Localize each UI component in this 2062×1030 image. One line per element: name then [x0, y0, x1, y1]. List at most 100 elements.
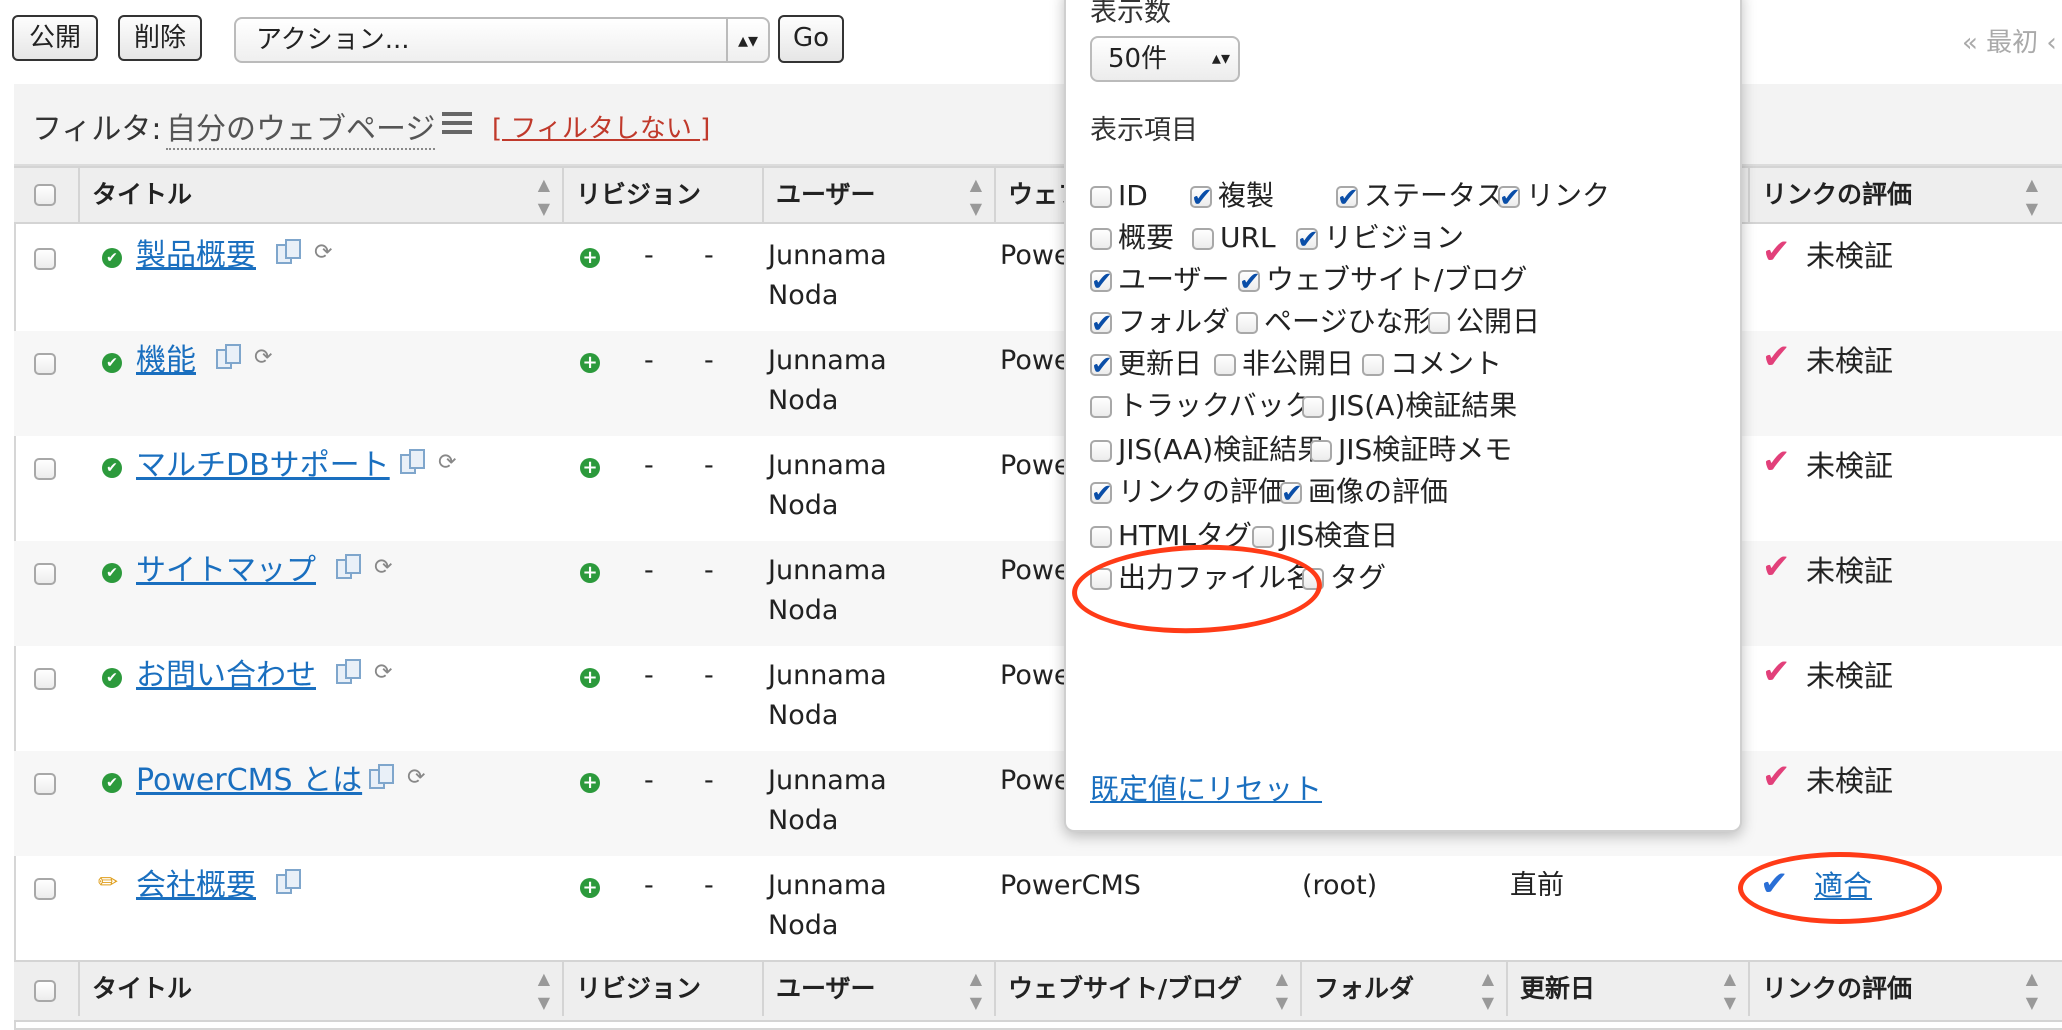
display-option[interactable]: URL	[1192, 218, 1276, 258]
option-checkbox[interactable]	[1336, 178, 1359, 218]
view-link-icon[interactable]: ⟳	[407, 765, 425, 790]
display-option[interactable]: 画像の評価	[1280, 472, 1448, 514]
delete-button[interactable]: 削除	[118, 15, 202, 61]
option-checkbox[interactable]	[1238, 262, 1261, 302]
option-checkbox[interactable]	[1252, 526, 1274, 548]
page-title-link[interactable]: 機能	[136, 341, 196, 381]
display-option[interactable]: ID	[1090, 176, 1148, 216]
page-title-link[interactable]: 会社概要	[136, 866, 256, 906]
option-checkbox[interactable]	[1428, 312, 1450, 334]
option-checkbox[interactable]	[1090, 396, 1112, 418]
option-checkbox[interactable]	[1090, 474, 1113, 514]
row-checkbox[interactable]	[34, 248, 56, 270]
option-checkbox[interactable]	[1090, 262, 1113, 302]
column-user[interactable]: ユーザー ▲ ▼	[762, 168, 994, 222]
option-checkbox[interactable]	[1310, 440, 1332, 462]
option-checkbox[interactable]	[1214, 354, 1236, 376]
display-option[interactable]: JIS検査日	[1252, 516, 1398, 556]
display-option[interactable]: リンクの評価	[1090, 472, 1286, 514]
display-option[interactable]: JIS検証時メモ	[1310, 430, 1512, 470]
page-title-link[interactable]: お問い合わせ	[136, 656, 316, 696]
duplicate-icon[interactable]	[274, 868, 304, 896]
column-link-eval[interactable]: リンクの評価 ▲ ▼	[1748, 168, 2062, 222]
option-checkbox[interactable]	[1498, 178, 1521, 218]
page-title-link[interactable]: サイトマップ	[136, 551, 316, 591]
option-checkbox[interactable]	[1296, 220, 1319, 260]
display-option[interactable]: JIS(AA)検証結果	[1090, 430, 1325, 470]
action-select[interactable]: アクション... ▴▾	[234, 17, 770, 63]
row-checkbox[interactable]	[34, 353, 56, 375]
reset-defaults-link[interactable]: 既定値にリセット	[1090, 766, 1322, 808]
revision-add-icon[interactable]: +	[580, 458, 600, 478]
column-updated[interactable]: 更新日 ▲ ▼	[1506, 962, 1748, 1016]
option-checkbox[interactable]	[1280, 474, 1303, 514]
option-checkbox[interactable]	[1192, 228, 1214, 250]
option-checkbox[interactable]	[1362, 354, 1384, 376]
option-checkbox[interactable]	[1090, 304, 1113, 344]
clear-filter-link[interactable]: [ フィルタしない ]	[492, 108, 710, 145]
go-button[interactable]: Go	[778, 15, 844, 63]
column-title[interactable]: タイトル ▲ ▼	[78, 168, 562, 222]
filter-value[interactable]: 自分のウェブページ	[166, 104, 436, 150]
page-title-link[interactable]: PowerCMS とは	[136, 761, 362, 801]
revision-add-icon[interactable]: +	[580, 353, 600, 373]
display-option[interactable]: ユーザー	[1090, 260, 1229, 302]
list-icon[interactable]	[442, 112, 472, 136]
view-link-icon[interactable]: ⟳	[438, 450, 456, 475]
select-all-checkbox-bottom[interactable]	[34, 980, 56, 1002]
option-checkbox[interactable]	[1090, 440, 1112, 462]
display-option[interactable]: JIS(A)検証結果	[1302, 386, 1517, 426]
display-option[interactable]: 公開日	[1428, 302, 1540, 342]
display-option[interactable]: ステータス	[1336, 176, 1504, 218]
duplicate-icon[interactable]	[367, 763, 397, 791]
column-title[interactable]: タイトル ▲ ▼	[78, 962, 562, 1016]
option-checkbox[interactable]	[1302, 396, 1324, 418]
display-option[interactable]: 複製	[1190, 176, 1274, 218]
display-option[interactable]: フォルダ	[1090, 302, 1230, 344]
view-link-icon[interactable]: ⟳	[374, 555, 392, 580]
duplicate-icon[interactable]	[214, 343, 244, 371]
column-revision[interactable]: リビジョン	[562, 168, 762, 222]
option-checkbox[interactable]	[1190, 178, 1213, 218]
column-user[interactable]: ユーザー ▲ ▼	[762, 962, 994, 1016]
view-link-icon[interactable]: ⟳	[374, 660, 392, 685]
display-option[interactable]: 非公開日	[1214, 344, 1354, 384]
revision-add-icon[interactable]: +	[580, 248, 600, 268]
display-option[interactable]: リンク	[1498, 176, 1610, 218]
row-checkbox[interactable]	[34, 773, 56, 795]
display-count-select[interactable]: 50件 ▴▾	[1090, 36, 1240, 82]
column-folder[interactable]: フォルダ ▲ ▼	[1300, 962, 1506, 1016]
display-option[interactable]: 更新日	[1090, 344, 1202, 386]
display-option[interactable]: コメント	[1362, 344, 1502, 384]
option-checkbox[interactable]	[1090, 346, 1113, 386]
option-checkbox[interactable]	[1236, 312, 1258, 334]
display-option[interactable]: ウェブサイト/ブログ	[1238, 260, 1527, 302]
option-checkbox[interactable]	[1090, 228, 1112, 250]
display-option[interactable]: ページひな形	[1236, 302, 1431, 342]
row-checkbox[interactable]	[34, 668, 56, 690]
page-title-link[interactable]: 製品概要	[136, 236, 256, 276]
display-option[interactable]: リビジョン	[1296, 218, 1464, 260]
select-all-checkbox[interactable]	[34, 184, 56, 206]
revision-add-icon[interactable]: +	[580, 878, 600, 898]
column-revision[interactable]: リビジョン	[562, 962, 762, 1016]
column-link-eval[interactable]: リンクの評価 ▲ ▼	[1748, 962, 2062, 1016]
view-link-icon[interactable]: ⟳	[314, 240, 332, 265]
revision-add-icon[interactable]: +	[580, 773, 600, 793]
view-link-icon[interactable]: ⟳	[254, 345, 272, 370]
column-website[interactable]: ウェブサイト/ブログ ▲ ▼	[994, 962, 1300, 1016]
revision-add-icon[interactable]: +	[580, 563, 600, 583]
row-checkbox[interactable]	[34, 563, 56, 585]
row-checkbox[interactable]	[34, 878, 56, 900]
duplicate-icon[interactable]	[274, 238, 304, 266]
duplicate-icon[interactable]	[398, 448, 428, 476]
row-checkbox[interactable]	[34, 458, 56, 480]
duplicate-icon[interactable]	[334, 658, 364, 686]
page-title-link[interactable]: マルチDBサポート	[136, 446, 390, 486]
option-checkbox[interactable]	[1090, 526, 1112, 548]
revision-add-icon[interactable]: +	[580, 668, 600, 688]
display-option[interactable]: トラックバック	[1090, 386, 1313, 426]
duplicate-icon[interactable]	[334, 553, 364, 581]
option-checkbox[interactable]	[1090, 186, 1112, 208]
publish-button[interactable]: 公開	[12, 15, 98, 61]
